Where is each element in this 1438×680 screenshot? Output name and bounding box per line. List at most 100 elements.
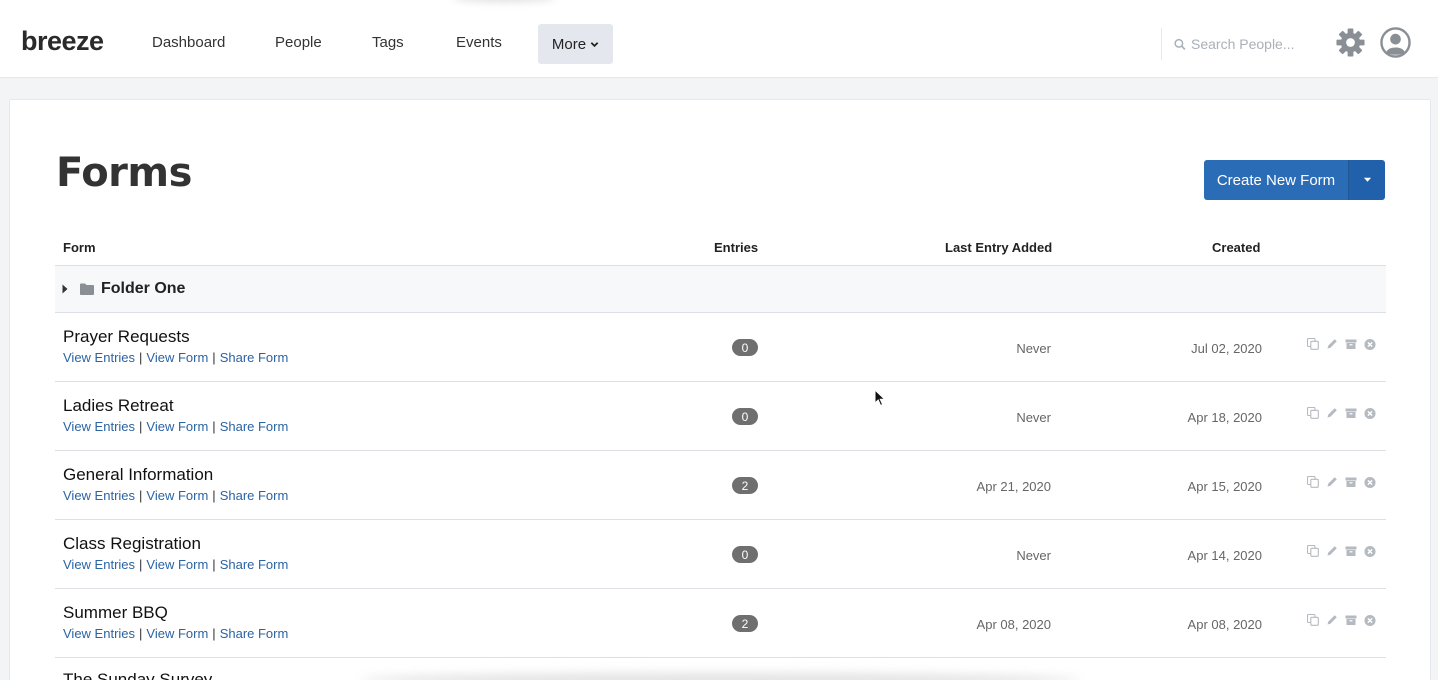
view-entries-link[interactable]: View Entries	[63, 350, 135, 365]
share-form-link[interactable]: Share Form	[220, 419, 289, 434]
form-name: Prayer Requests	[63, 327, 190, 346]
form-name: Ladies Retreat	[63, 396, 174, 415]
copy-icon[interactable]	[1307, 614, 1319, 626]
folder-name: Folder One	[101, 280, 186, 297]
form-name: Summer BBQ	[63, 603, 168, 622]
chevron-down-icon	[590, 41, 599, 47]
row-actions	[1307, 545, 1376, 558]
user-avatar-icon[interactable]	[1380, 27, 1411, 58]
view-form-link[interactable]: View Form	[146, 419, 208, 434]
delete-icon[interactable]	[1364, 407, 1376, 420]
table-row: Class Registration View Entries | View For…	[55, 520, 1386, 589]
create-form-split-button: Create New Form	[1204, 160, 1385, 200]
created-date: Apr 08, 2020	[1187, 617, 1262, 632]
delete-icon[interactable]	[1364, 476, 1376, 489]
table-row: Ladies Retreat View Entries | View Form | Sh…	[55, 382, 1386, 451]
forms-card: Forms Create New Form Form Entries Last …	[9, 99, 1431, 680]
folder-row[interactable]: Folder One	[55, 266, 1386, 313]
share-form-link[interactable]: Share Form	[220, 350, 289, 365]
create-new-form-button[interactable]: Create New Form	[1204, 160, 1348, 200]
share-form-link[interactable]: Share Form	[220, 557, 289, 572]
nav-more-dropdown[interactable]: More	[538, 24, 613, 64]
view-entries-link[interactable]: View Entries	[63, 488, 135, 503]
nav-tags[interactable]: Tags	[372, 34, 404, 51]
last-entry-date: Never	[1016, 341, 1051, 356]
nav-more-label: More	[551, 35, 587, 53]
edit-icon[interactable]	[1326, 545, 1338, 557]
copy-icon[interactable]	[1307, 338, 1319, 350]
delete-icon[interactable]	[1364, 338, 1376, 351]
delete-icon[interactable]	[1364, 614, 1376, 627]
view-entries-link[interactable]: View Entries	[63, 419, 135, 434]
top-shadow-decoration	[452, 0, 556, 2]
column-header-form[interactable]: Form	[63, 240, 96, 255]
form-name-partial: The Sunday Survey	[63, 670, 213, 680]
view-form-link[interactable]: View Form	[146, 350, 208, 365]
create-form-menu-toggle[interactable]	[1348, 160, 1385, 200]
table-row: Prayer Requests View Entries | View Form | S…	[55, 313, 1386, 382]
archive-icon[interactable]	[1345, 614, 1357, 626]
column-header-last-entry[interactable]: Last Entry Added	[945, 240, 1052, 255]
copy-icon[interactable]	[1307, 476, 1319, 488]
copy-icon[interactable]	[1307, 545, 1319, 557]
row-actions	[1307, 407, 1376, 420]
copy-icon[interactable]	[1307, 407, 1319, 419]
view-form-link[interactable]: View Form	[146, 557, 208, 572]
mouse-cursor-icon	[874, 389, 886, 407]
search-box	[1161, 28, 1321, 60]
archive-icon[interactable]	[1345, 545, 1357, 557]
nav-dashboard[interactable]: Dashboard	[152, 34, 225, 51]
row-actions	[1307, 476, 1376, 489]
entries-count-badge: 2	[732, 477, 758, 494]
last-entry-date: Apr 21, 2020	[976, 479, 1051, 494]
delete-icon[interactable]	[1364, 545, 1376, 558]
entries-count-badge: 0	[732, 339, 758, 356]
form-name: General Information	[63, 465, 214, 484]
page-title: Forms	[56, 150, 192, 196]
last-entry-date: Never	[1016, 548, 1051, 563]
view-entries-link[interactable]: View Entries	[63, 626, 135, 641]
form-links: View Entries | View Form | Share Form	[63, 350, 289, 365]
view-form-link[interactable]: View Form	[146, 626, 208, 641]
created-date: Apr 15, 2020	[1187, 479, 1262, 494]
created-date: Jul 02, 2020	[1191, 341, 1262, 356]
created-date: Apr 18, 2020	[1187, 410, 1262, 425]
archive-icon[interactable]	[1345, 407, 1357, 419]
row-actions	[1307, 614, 1376, 627]
row-actions	[1307, 338, 1376, 351]
bottom-shadow-decoration	[360, 673, 1080, 680]
archive-icon[interactable]	[1345, 338, 1357, 350]
entries-count-badge: 2	[732, 615, 758, 632]
folder-icon	[80, 283, 94, 295]
breeze-logo[interactable]: breeze	[21, 26, 104, 57]
edit-icon[interactable]	[1326, 407, 1338, 419]
edit-icon[interactable]	[1326, 476, 1338, 488]
search-input[interactable]	[1191, 36, 1321, 52]
form-links: View Entries | View Form | Share Form	[63, 419, 289, 434]
expand-caret-icon	[62, 284, 68, 294]
entries-count-badge: 0	[732, 546, 758, 563]
share-form-link[interactable]: Share Form	[220, 488, 289, 503]
table-row: Summer BBQ View Entries | View Form | Share …	[55, 589, 1386, 658]
top-navbar: breeze Dashboard People Tags Events More	[0, 0, 1438, 78]
nav-events[interactable]: Events	[456, 34, 502, 51]
view-entries-link[interactable]: View Entries	[63, 557, 135, 572]
edit-icon[interactable]	[1326, 338, 1338, 350]
column-header-created[interactable]: Created	[1212, 240, 1260, 255]
entries-count-badge: 0	[732, 408, 758, 425]
form-links: View Entries | View Form | Share Form	[63, 626, 289, 641]
form-links: View Entries | View Form | Share Form	[63, 488, 289, 503]
nav-people[interactable]: People	[275, 34, 322, 51]
last-entry-date: Never	[1016, 410, 1051, 425]
form-name: Class Registration	[63, 534, 201, 553]
search-icon	[1174, 38, 1186, 50]
caret-down-icon	[1363, 177, 1371, 182]
archive-icon[interactable]	[1345, 476, 1357, 488]
table-row: General Information View Entries | View Fo…	[55, 451, 1386, 520]
share-form-link[interactable]: Share Form	[220, 626, 289, 641]
gear-icon[interactable]	[1335, 27, 1366, 58]
column-header-entries[interactable]: Entries	[714, 240, 758, 255]
view-form-link[interactable]: View Form	[146, 488, 208, 503]
form-links: View Entries | View Form | Share Form	[63, 557, 289, 572]
edit-icon[interactable]	[1326, 614, 1338, 626]
